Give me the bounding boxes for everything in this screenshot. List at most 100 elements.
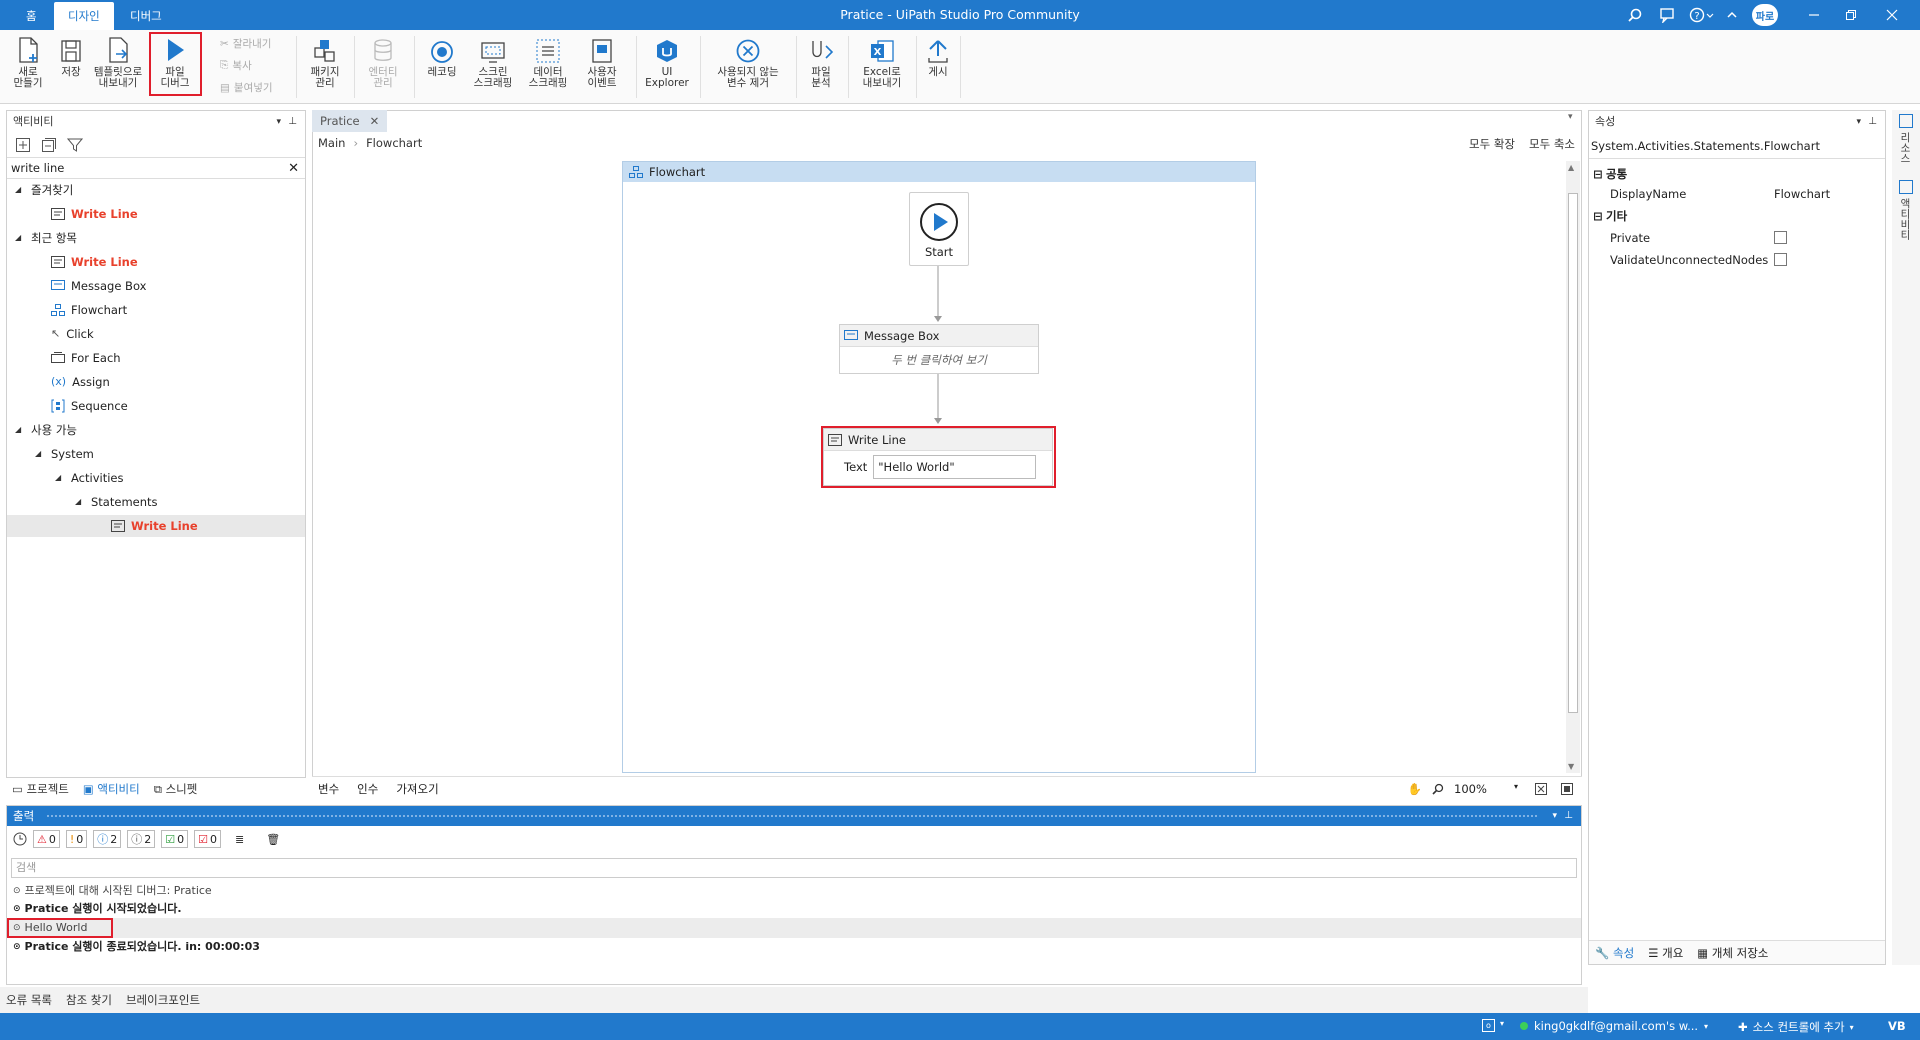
ui-explorer-button[interactable]: UI Explorer — [642, 34, 692, 89]
data-scraping-button[interactable]: 데이터 스크래핑 — [521, 34, 575, 89]
user-avatar[interactable]: 파로 — [1752, 4, 1778, 26]
start-node[interactable]: Start — [909, 192, 969, 266]
manage-packages-button[interactable]: 패키지 관리 — [302, 34, 348, 89]
tree-item-assign[interactable]: (x) Assign — [51, 371, 110, 393]
collapse-ribbon-icon[interactable] — [1722, 5, 1742, 25]
minimize-icon[interactable] — [1804, 5, 1824, 25]
flowchart-container[interactable]: Flowchart Start Message Box 두 번 클릭하여 보기 … — [622, 161, 1256, 773]
paste-button[interactable]: ▤ 붙여넣기 — [220, 80, 273, 95]
search-icon[interactable] — [1625, 5, 1645, 25]
breadcrumb-main[interactable]: Main — [318, 136, 345, 150]
clock-icon[interactable] — [13, 832, 27, 846]
breadcrumb-flowchart[interactable]: Flowchart — [366, 136, 422, 150]
document-list-icon[interactable]: ▾ — [1568, 112, 1573, 122]
private-checkbox[interactable] — [1774, 231, 1787, 244]
analyze-file-button[interactable]: 파일 분석 — [800, 34, 842, 89]
collapse-all-link[interactable]: 모두 축소 — [1529, 136, 1575, 152]
display-name-value[interactable]: Flowchart — [1774, 183, 1884, 205]
tab-object-repository[interactable]: ▦ 개체 저장소 — [1697, 945, 1768, 961]
zoom-dropdown[interactable]: 100% ▾ — [1454, 782, 1518, 796]
copy-button[interactable]: ⎘ 복사 — [220, 58, 252, 73]
tree-node-activities[interactable]: ◢ Activities — [55, 467, 123, 489]
expand-all-link[interactable]: 모두 확장 — [1469, 136, 1515, 152]
panel-dropdown-icon[interactable]: ▾ — [276, 111, 281, 133]
help-icon[interactable]: ? — [1688, 5, 1716, 25]
manage-entities-button[interactable]: 엔터티 관리 — [360, 34, 406, 89]
pin-icon[interactable]: ⊥ — [288, 111, 297, 133]
account-status[interactable]: king0gkdlf@gmail.com's w... ▾ — [1520, 1019, 1708, 1033]
restore-icon[interactable] — [1841, 5, 1861, 25]
filter-warnings[interactable]: ! 0 — [65, 830, 88, 848]
tree-item-write-line-recent[interactable]: Write Line — [51, 251, 138, 273]
panel-dropdown-icon[interactable]: ▾ — [1856, 111, 1861, 133]
tree-node-system[interactable]: ◢ System — [35, 443, 94, 465]
close-tab-icon[interactable]: ✕ — [370, 110, 380, 132]
tab-project[interactable]: ▭ 프로젝트 — [12, 781, 69, 797]
overview-icon[interactable] — [1560, 782, 1574, 796]
export-template-button[interactable]: 템플릿으로 내보내기 — [88, 34, 148, 89]
filter-icon[interactable] — [67, 137, 83, 153]
category-misc[interactable]: ⊟ 기타 — [1590, 205, 1884, 227]
tab-error-list[interactable]: 오류 목록 — [6, 992, 52, 1008]
tab-activities[interactable]: ▣ 액티비티 — [83, 781, 140, 797]
category-common[interactable]: ⊟ 공통 — [1590, 163, 1884, 185]
tab-arguments[interactable]: 인수 — [357, 781, 378, 797]
tab-breakpoints[interactable]: 브레이크포인트 — [126, 992, 200, 1008]
output-pin-icon[interactable]: ⊥ — [1564, 806, 1573, 826]
filter-success[interactable]: ☑ 0 — [161, 830, 189, 848]
message-box-activity[interactable]: Message Box 두 번 클릭하여 보기 — [839, 324, 1039, 374]
activities-strip-tab[interactable]: 액티비티 — [1898, 198, 1913, 240]
filter-trace[interactable]: ⓘ 2 — [127, 830, 156, 848]
new-button[interactable]: 새로 만들기 — [6, 34, 50, 89]
tree-group-recent[interactable]: ◢ 최근 항목 — [15, 227, 77, 249]
tab-snippets[interactable]: ⧉ 스니펫 — [154, 781, 198, 797]
fit-to-screen-icon[interactable] — [1534, 782, 1548, 796]
clear-output-icon[interactable]: 🗑 — [266, 833, 280, 846]
tab-variables[interactable]: 변수 — [318, 781, 339, 797]
tab-outline[interactable]: ☰ 개요 — [1648, 945, 1683, 961]
hand-pan-icon[interactable]: ✋ — [1408, 782, 1422, 796]
tree-item-flowchart[interactable]: Flowchart — [51, 299, 127, 321]
tree-group-favorites[interactable]: ◢ 즐겨찾기 — [15, 179, 73, 201]
collapse-all-icon[interactable] — [41, 137, 57, 153]
property-display-name[interactable]: DisplayName Flowchart — [1590, 183, 1884, 205]
screen-scraping-button[interactable]: 스크린 스크래핑 — [466, 34, 520, 89]
wrap-icon[interactable]: ≣ — [235, 833, 244, 846]
filter-failed[interactable]: ☑ 0 — [194, 830, 222, 848]
designer-scrollbar[interactable]: ▲ ▼ — [1566, 161, 1580, 773]
tab-design[interactable]: 디자인 — [54, 2, 114, 30]
document-tab[interactable]: Pratice ✕ — [312, 110, 388, 132]
tree-item-write-line-favorite[interactable]: Write Line — [51, 203, 138, 225]
activities-search-input[interactable]: write line — [11, 161, 64, 175]
resources-strip-tab[interactable]: 리소스 — [1898, 132, 1913, 164]
tree-item-sequence[interactable]: Sequence — [51, 395, 128, 417]
tab-home[interactable]: 홈 — [12, 2, 51, 30]
tree-item-click[interactable]: ↖ Click — [51, 323, 94, 345]
output-search-input[interactable]: 검색 — [11, 858, 1577, 878]
close-icon[interactable] — [1882, 5, 1902, 25]
tab-imports[interactable]: 가져오기 — [396, 781, 438, 797]
export-excel-button[interactable]: X Excel로 내보내기 — [854, 34, 910, 89]
expand-all-icon[interactable] — [15, 137, 31, 153]
cut-button[interactable]: ✂ 잘라내기 — [220, 36, 271, 51]
pin-icon[interactable]: ⊥ — [1868, 111, 1877, 133]
scroll-thumb[interactable] — [1568, 193, 1578, 713]
publish-button[interactable]: 게시 — [920, 34, 956, 78]
filter-errors[interactable]: ⚠ 0 — [33, 830, 60, 848]
add-source-control-button[interactable]: ✚ 소스 컨트롤에 추가 ▾ — [1738, 1019, 1854, 1035]
save-button[interactable]: 저장 — [54, 34, 88, 78]
filter-info[interactable]: ⓘ 2 — [93, 830, 122, 848]
activities-strip-icon[interactable] — [1899, 180, 1913, 194]
user-events-button[interactable]: 사용자 이벤트 — [576, 34, 628, 89]
orchestrator-icon[interactable]: o — [1482, 1019, 1495, 1032]
tab-find-references[interactable]: 참조 찾기 — [66, 992, 112, 1008]
tree-item-message-box[interactable]: Message Box — [51, 275, 146, 297]
validate-checkbox[interactable] — [1774, 253, 1787, 266]
clear-search-icon[interactable]: ✕ — [288, 161, 299, 176]
feedback-icon[interactable] — [1657, 5, 1677, 25]
output-dropdown-icon[interactable]: ▾ — [1552, 806, 1557, 826]
zoom-search-icon[interactable] — [1432, 783, 1444, 795]
tab-properties[interactable]: 🔧 속성 — [1595, 945, 1634, 961]
tree-group-available[interactable]: ◢ 사용 가능 — [15, 419, 77, 441]
remove-unused-variables-button[interactable]: 사용되지 않는 변수 제거 — [706, 34, 790, 89]
